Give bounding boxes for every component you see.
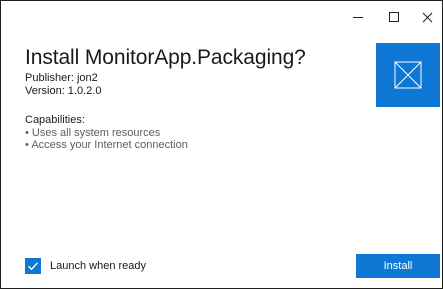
install-button[interactable]: Install	[356, 254, 440, 278]
checkmark-icon	[28, 262, 39, 271]
close-icon	[422, 12, 433, 23]
checkbox-box[interactable]	[25, 258, 41, 274]
maximize-button[interactable]	[376, 1, 412, 33]
page-title: Install MonitorApp.Packaging?	[25, 46, 306, 69]
minimize-button[interactable]	[340, 1, 376, 33]
app-placeholder-icon	[394, 61, 422, 89]
close-button[interactable]	[412, 1, 442, 33]
launch-when-ready-label: Launch when ready	[50, 260, 147, 272]
capability-item: Access your Internet connection	[25, 139, 188, 151]
app-tile	[376, 43, 440, 107]
capabilities-heading: Capabilities:	[25, 114, 85, 126]
minimize-icon	[353, 17, 363, 18]
launch-when-ready-checkbox[interactable]: Launch when ready	[25, 258, 146, 274]
publisher-text: Publisher: jon2	[25, 72, 98, 84]
window-controls	[340, 1, 442, 33]
capabilities-list: Uses all system resources Access your In…	[25, 127, 188, 151]
maximize-icon	[389, 12, 399, 22]
capability-item: Uses all system resources	[25, 127, 188, 139]
installer-window: Install MonitorApp.Packaging? Publisher:…	[0, 0, 443, 289]
version-text: Version: 1.0.2.0	[25, 85, 102, 97]
